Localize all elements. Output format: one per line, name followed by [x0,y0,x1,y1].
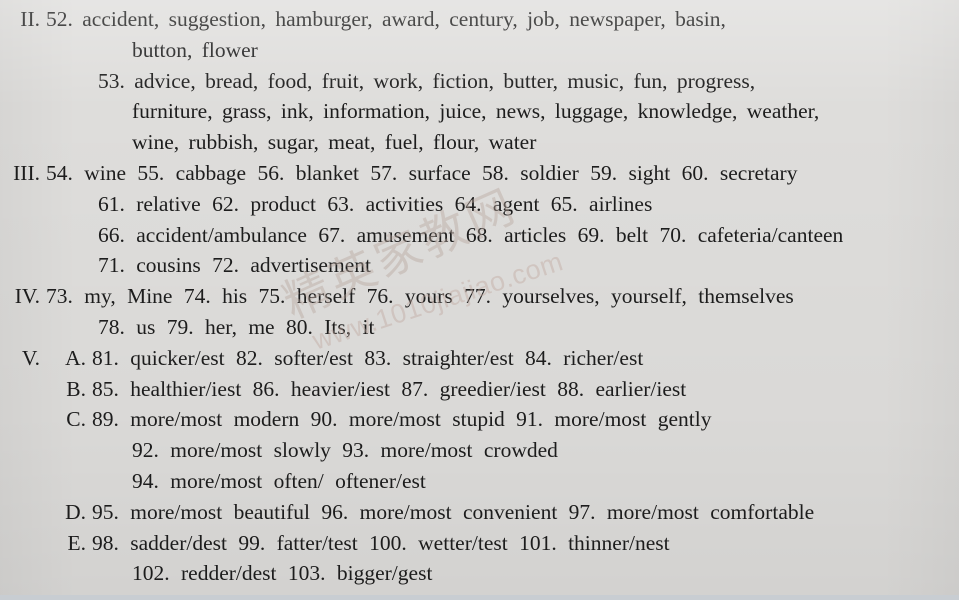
answer-line-95: D. 95. more/most beautiful 96. more/most… [0,497,959,528]
answer-item-53-line3: wine, rubbish, sugar, meat, fuel, flour,… [132,130,537,155]
answer-item-53-line1: 53. advice, bread, food, fruit, work, fi… [98,68,756,93]
answer-line-98: E. 98. sadder/dest 99. fatter/test 100. … [0,528,959,559]
answer-section3-line3: 66. accident/ambulance 67. amusement 68.… [98,222,844,247]
answer-line-78: 78. us 79. her, me 80. Its, it [0,312,959,343]
answer-line-85: B. 85. healthier/iest 86. heavier/iest 8… [0,374,959,405]
answer-section4-line1: 73. my, Mine 74. his 75. herself 76. you… [46,284,794,309]
answer-item-52-line2: button, flower [132,37,258,62]
answer-line-53a: 53. advice, bread, food, fruit, work, fi… [0,66,959,97]
answer-group-c-line2: 92. more/most slowly 93. more/most crowd… [132,438,558,463]
answer-line-52a: II. 52. accident, suggestion, hamburger,… [0,4,959,35]
answer-section3-line4: 71. cousins 72. advertisement [98,253,371,278]
answer-line-66: 66. accident/ambulance 67. amusement 68.… [0,220,959,251]
section-numeral-v: V. [21,345,40,370]
answer-line-53c: wine, rubbish, sugar, meat, fuel, flour,… [0,127,959,158]
answer-group-c-line1: 89. more/most modern 90. more/most stupi… [92,407,712,432]
answer-line-94: 94. more/most often/ oftener/est [0,466,959,497]
group-letter-e: E. [67,530,86,555]
answer-item-52-line1: 52. accident, suggestion, hamburger, awa… [46,7,726,31]
answer-group-d-line1: 95. more/most beautiful 96. more/most co… [92,499,815,524]
answer-line-52b: button, flower [0,35,959,66]
group-letter-d: D. [65,499,86,524]
section-numeral-ii: II. [20,7,40,31]
answer-line-54: III. 54. wine 55. cabbage 56. blanket 57… [0,158,959,189]
answer-group-a-line1: 81. quicker/est 82. softer/est 83. strai… [92,345,644,370]
answer-line-61: 61. relative 62. product 63. activities … [0,189,959,220]
answer-group-b-line1: 85. healthier/iest 86. heavier/iest 87. … [92,376,687,401]
section-numeral-iii: III. [13,160,40,185]
group-letter-c: C. [66,407,86,432]
answer-line-102: 102. redder/dest 103. bigger/gest [0,558,959,589]
answer-line-73: IV. 73. my, Mine 74. his 75. herself 76.… [0,281,959,312]
answer-group-c-line3: 94. more/most often/ oftener/est [132,468,426,493]
answer-group-e-line2: 102. redder/dest 103. bigger/gest [132,561,433,586]
answer-section3-line2: 61. relative 62. product 63. activities … [98,191,653,216]
answer-line-81: V. A. 81. quicker/est 82. softer/est 83.… [0,343,959,374]
section-numeral-iv: IV. [14,284,40,309]
answer-line-53b: furniture, grass, ink, information, juic… [0,96,959,127]
answer-line-89: C. 89. more/most modern 90. more/most st… [0,404,959,435]
answer-section3-line1: 54. wine 55. cabbage 56. blanket 57. sur… [46,160,798,185]
answer-section4-line2: 78. us 79. her, me 80. Its, it [98,314,375,339]
answer-line-92: 92. more/most slowly 93. more/most crowd… [0,435,959,466]
answer-item-53-line2: furniture, grass, ink, information, juic… [132,99,820,124]
group-letter-a: A. [65,345,86,370]
answer-line-71: 71. cousins 72. advertisement [0,250,959,281]
answer-group-e-line1: 98. sadder/dest 99. fatter/test 100. wet… [92,530,670,555]
scanned-answer-page: II. 52. accident, suggestion, hamburger,… [0,0,959,600]
answer-key-content: II. 52. accident, suggestion, hamburger,… [0,0,959,589]
group-letter-b: B. [66,376,86,401]
